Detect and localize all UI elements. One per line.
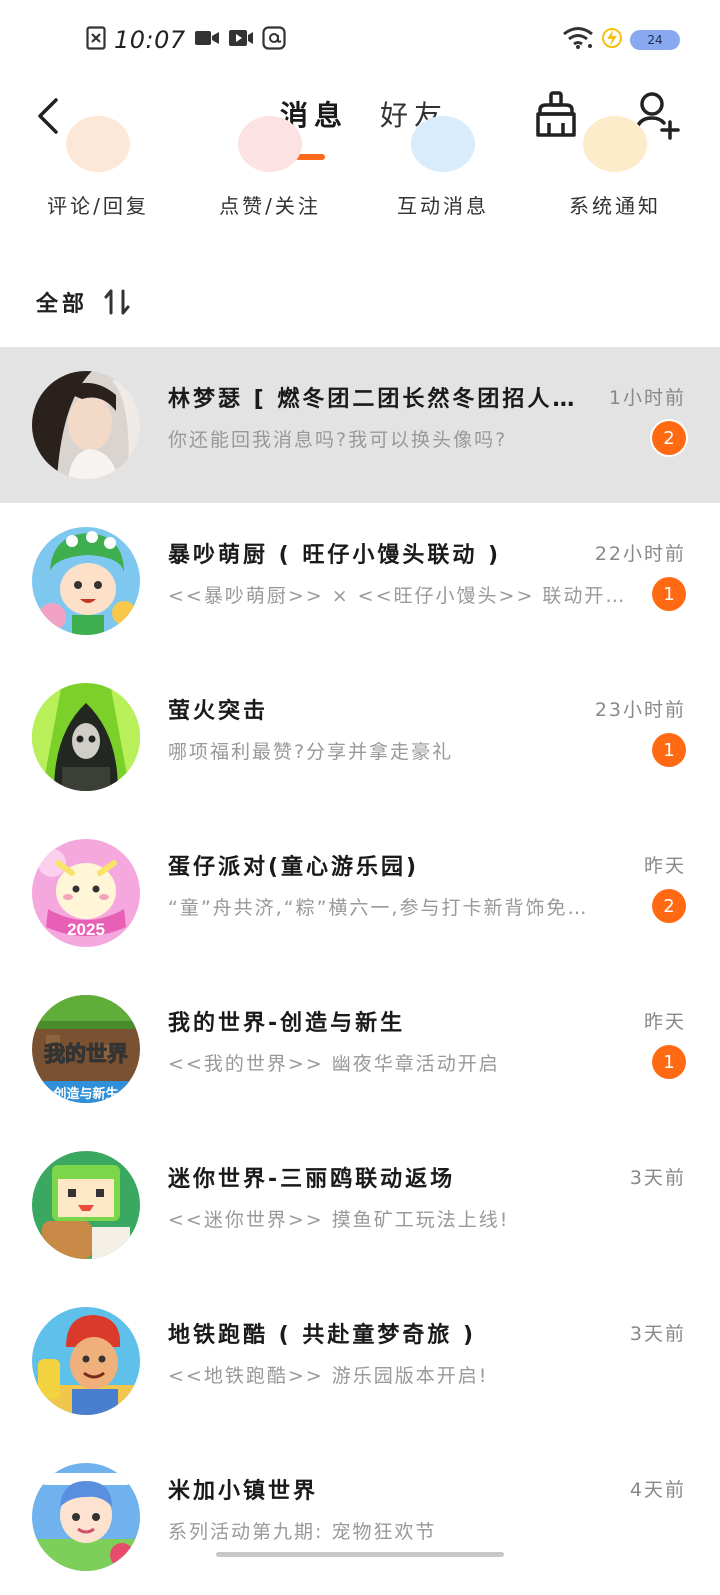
message-time: 昨天 — [643, 855, 686, 877]
message-row[interactable]: 我的世界 创造与新生 我的世界-创造与新生 昨天 <<我的世界>> 幽夜华章活动… — [0, 971, 720, 1127]
message-row[interactable]: 2025 蛋仔派对(童心游乐园) 昨天 “童”舟共济,“粽”横六一,参与打卡新背… — [0, 815, 720, 971]
message-row[interactable]: 地铁跑酷 ( 共赴童梦奇旅 ) 3天前 <<地铁跑酷>> 游乐园版本开启! — [0, 1283, 720, 1439]
category-interaction[interactable]: 互动消息 — [358, 116, 528, 230]
video-camera-icon — [194, 28, 220, 52]
message-row[interactable]: 迷你世界-三丽鸥联动返场 3天前 <<迷你世界>> 摸鱼矿工玩法上线! — [0, 1127, 720, 1283]
bell-icon — [583, 116, 647, 172]
message-time: 23小时前 — [594, 699, 686, 721]
home-indicator[interactable] — [216, 1552, 504, 1557]
avatar[interactable] — [32, 683, 140, 791]
message-preview: 系列活动第九期: 宠物狂欢节 — [168, 1521, 437, 1543]
avatar[interactable] — [32, 527, 140, 635]
category-comments-replies[interactable]: 评论/回复 — [13, 116, 183, 230]
message-preview: <<迷你世界>> 摸鱼矿工玩法上线! — [168, 1209, 510, 1231]
message-preview: 你还能回我消息吗?我可以换头像吗? — [168, 429, 508, 451]
avatar[interactable]: 2025 — [32, 839, 140, 947]
status-time: 10:07 — [114, 26, 186, 54]
message-sender: 米加小镇世界 — [168, 1479, 319, 1504]
comment-icon — [66, 116, 130, 172]
status-left: 10:07 — [86, 26, 286, 54]
at-sign-icon — [262, 26, 286, 54]
section-title: 全部 — [36, 292, 89, 317]
message-sender: 地铁跑酷 ( 共赴童梦奇旅 ) — [168, 1323, 477, 1348]
status-bar: 10:07 24 — [0, 0, 720, 80]
message-preview: <<地铁跑酷>> 游乐园版本开启! — [168, 1365, 489, 1387]
back-arrow-icon[interactable] — [30, 94, 70, 138]
unread-badge: 1 — [652, 1045, 686, 1079]
interaction-icon — [411, 116, 475, 172]
avatar-year-text: 2025 — [67, 920, 105, 939]
section-header: 全部 — [36, 286, 132, 318]
message-row[interactable]: 萤火突击 23小时前 哪项福利最赞?分享并拿走豪礼 1 — [0, 659, 720, 815]
unread-badge: 2 — [652, 889, 686, 923]
unread-badge: 2 — [652, 421, 686, 455]
category-likes-follows[interactable]: 点赞/关注 — [185, 116, 355, 230]
charging-icon — [602, 26, 622, 54]
avatar[interactable] — [32, 1307, 140, 1415]
unread-badge: 1 — [652, 733, 686, 767]
message-row[interactable]: 林梦瑟 [ 燃冬团二团长然冬团招人… 1小时前 你还能回我消息吗?我可以换头像吗… — [0, 347, 720, 503]
avatar[interactable] — [32, 1151, 140, 1259]
close-box-icon — [86, 26, 106, 54]
message-preview: <<暴吵萌厨>> × <<旺仔小馒头>> 联动开启! — [168, 585, 628, 607]
video-play-icon — [228, 28, 254, 52]
avatar[interactable]: 我的世界 创造与新生 — [32, 995, 140, 1103]
sort-icon[interactable] — [102, 287, 132, 317]
status-right: 24 — [562, 26, 680, 54]
message-time: 3天前 — [629, 1323, 686, 1345]
category-system-notice[interactable]: 系统通知 — [530, 116, 700, 230]
category-label: 点赞/关注 — [219, 194, 321, 218]
message-time: 1小时前 — [608, 387, 686, 409]
message-preview: <<我的世界>> 幽夜华章活动开启 — [168, 1053, 500, 1075]
category-label: 系统通知 — [569, 194, 661, 218]
message-list: 林梦瑟 [ 燃冬团二团长然冬团招人… 1小时前 你还能回我消息吗?我可以换头像吗… — [0, 347, 720, 1595]
avatar-sub-text: 创造与新生 — [52, 1086, 118, 1102]
wifi-icon — [562, 26, 594, 54]
avatar[interactable] — [32, 1463, 140, 1571]
message-time: 3天前 — [629, 1167, 686, 1189]
avatar[interactable] — [32, 371, 140, 479]
message-sender: 林梦瑟 [ 燃冬团二团长然冬团招人… — [168, 387, 578, 412]
message-categories: 评论/回复 点赞/关注 互动消息 系统通知 — [0, 116, 720, 230]
avatar-logo-text: 我的世界 — [44, 1042, 128, 1066]
message-sender: 蛋仔派对(童心游乐园) — [168, 855, 420, 880]
message-sender: 暴吵萌厨 ( 旺仔小馒头联动 ) — [168, 543, 502, 568]
message-time: 昨天 — [643, 1011, 686, 1033]
message-preview: “童”舟共济,“粽”横六一,参与打卡新背饰免… — [168, 897, 589, 919]
battery-icon: 24 — [630, 30, 680, 50]
message-sender: 萤火突击 — [168, 699, 269, 724]
broom-icon[interactable] — [532, 90, 580, 140]
message-row[interactable]: 米加小镇世界 4天前 系列活动第九期: 宠物狂欢节 — [0, 1439, 720, 1595]
message-time: 22小时前 — [594, 543, 686, 565]
heart-icon — [238, 116, 302, 172]
message-sender: 我的世界-创造与新生 — [168, 1011, 406, 1036]
message-time: 4天前 — [629, 1479, 686, 1501]
category-label: 互动消息 — [397, 194, 489, 218]
message-preview: 哪项福利最赞?分享并拿走豪礼 — [168, 741, 454, 763]
message-row[interactable]: 暴吵萌厨 ( 旺仔小馒头联动 ) 22小时前 <<暴吵萌厨>> × <<旺仔小馒… — [0, 503, 720, 659]
message-sender: 迷你世界-三丽鸥联动返场 — [168, 1167, 456, 1192]
category-label: 评论/回复 — [47, 194, 149, 218]
unread-badge: 1 — [652, 577, 686, 611]
